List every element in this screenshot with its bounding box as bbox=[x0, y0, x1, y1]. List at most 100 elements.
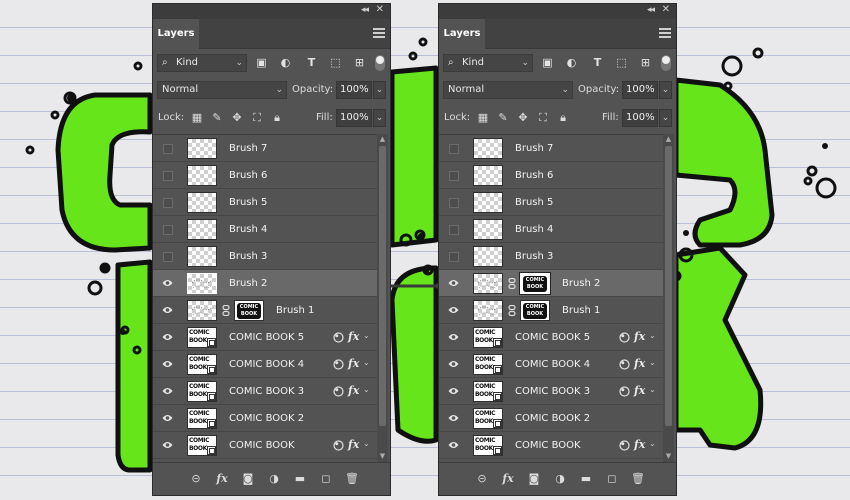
layer-name[interactable]: COMIC BOOK 3 bbox=[515, 378, 590, 405]
chevron-down-icon[interactable]: ⌄ bbox=[363, 358, 370, 367]
layer-effects[interactable]: fx ⌄ bbox=[619, 351, 659, 378]
add-mask-icon[interactable]: ◙ bbox=[241, 472, 255, 486]
kind-filter-select[interactable]: ⌕ Kind ⌄ bbox=[443, 54, 533, 72]
visibility-toggle[interactable] bbox=[153, 135, 180, 162]
smart-object-thumbnail[interactable]: COMIC BOOK bbox=[473, 354, 503, 375]
lock-artboard-icon[interactable]: ⛶ bbox=[251, 112, 263, 124]
lock-position-icon[interactable]: ✥ bbox=[231, 112, 243, 124]
filter-toggle[interactable] bbox=[661, 55, 671, 71]
image-filter-icon[interactable]: ▣ bbox=[255, 56, 268, 69]
chevron-down-icon[interactable]: ⌄ bbox=[363, 439, 370, 448]
visibility-toggle[interactable] bbox=[439, 351, 466, 378]
fill-field[interactable]: 100% bbox=[336, 109, 372, 127]
link-icon[interactable] bbox=[508, 304, 516, 317]
close-icon[interactable]: ✕ bbox=[376, 4, 384, 15]
layer-name[interactable]: Brush 6 bbox=[229, 162, 267, 189]
layer-name[interactable]: Brush 7 bbox=[229, 135, 267, 162]
layer-thumbnail[interactable] bbox=[187, 246, 217, 267]
lock-image-icon[interactable]: ✎ bbox=[211, 112, 223, 124]
link-layers-icon[interactable]: ⊝ bbox=[189, 472, 203, 486]
layer-row[interactable]: COMIC BOOK Brush 1 bbox=[153, 297, 377, 324]
new-layer-icon[interactable]: ◻ bbox=[605, 472, 619, 486]
close-icon[interactable]: ✕ bbox=[662, 4, 670, 15]
smart-object-filter-icon[interactable]: ⊞ bbox=[639, 56, 652, 69]
adjustment-filter-icon[interactable]: ◐ bbox=[279, 56, 292, 69]
layer-row[interactable]: Brush 7 bbox=[153, 135, 377, 162]
layer-name[interactable]: Brush 1 bbox=[562, 297, 600, 324]
layer-name[interactable]: COMIC BOOK 2 bbox=[229, 405, 304, 432]
layer-name[interactable]: COMIC BOOK 4 bbox=[229, 351, 304, 378]
layer-effects[interactable]: fx ⌄ bbox=[619, 432, 659, 459]
visibility-toggle[interactable] bbox=[439, 135, 466, 162]
visibility-toggle[interactable] bbox=[439, 270, 466, 297]
visibility-toggle[interactable] bbox=[153, 270, 180, 297]
mask-thumbnail[interactable]: COMIC BOOK bbox=[519, 272, 551, 295]
layer-thumbnail[interactable] bbox=[187, 273, 217, 294]
layer-effects[interactable]: fx ⌄ bbox=[333, 324, 373, 351]
visibility-toggle[interactable] bbox=[153, 324, 180, 351]
layer-scrollbar[interactable]: ▲ ▼ bbox=[377, 134, 388, 462]
layer-row[interactable]: COMIC BOOK COMIC BOOK 5 fx ⌄ bbox=[153, 324, 377, 351]
layer-row[interactable]: Brush 3 bbox=[153, 243, 377, 270]
layer-thumbnail[interactable] bbox=[187, 300, 217, 321]
layer-name[interactable]: COMIC BOOK 3 bbox=[229, 378, 304, 405]
layer-name[interactable]: Brush 4 bbox=[515, 216, 553, 243]
smart-object-filter-icon[interactable]: ⊞ bbox=[353, 56, 366, 69]
collapse-icon[interactable]: ◂◂ bbox=[647, 5, 655, 15]
shape-filter-icon[interactable]: ⬚ bbox=[615, 56, 628, 69]
smart-object-thumbnail[interactable]: COMIC BOOK bbox=[473, 408, 503, 429]
tab-layers[interactable]: Layers bbox=[153, 19, 199, 49]
layer-row[interactable]: COMIC BOOK COMIC BOOK 3 fx ⌄ bbox=[439, 378, 663, 405]
type-filter-icon[interactable]: T bbox=[305, 56, 318, 69]
layer-row[interactable]: COMIC BOOK COMIC BOOK 2 bbox=[153, 405, 377, 432]
visibility-toggle[interactable] bbox=[439, 162, 466, 189]
layer-name[interactable]: COMIC BOOK 4 bbox=[515, 351, 590, 378]
link-icon[interactable] bbox=[508, 277, 516, 290]
layer-row[interactable]: Brush 6 bbox=[439, 162, 663, 189]
layer-name[interactable]: COMIC BOOK bbox=[229, 432, 295, 459]
visibility-toggle[interactable] bbox=[439, 378, 466, 405]
layer-name[interactable]: Brush 4 bbox=[229, 216, 267, 243]
layer-effects[interactable]: fx ⌄ bbox=[333, 351, 373, 378]
layer-thumbnail[interactable] bbox=[187, 192, 217, 213]
visibility-toggle[interactable] bbox=[153, 378, 180, 405]
layer-row[interactable]: Brush 3 bbox=[439, 243, 663, 270]
layer-row[interactable]: COMIC BOOK COMIC BOOK 4 fx ⌄ bbox=[439, 351, 663, 378]
new-layer-icon[interactable]: ◻ bbox=[319, 472, 333, 486]
layer-name[interactable]: Brush 6 bbox=[515, 162, 553, 189]
layer-row[interactable]: Brush 5 bbox=[153, 189, 377, 216]
layer-row[interactable]: Brush 7 bbox=[439, 135, 663, 162]
type-filter-icon[interactable]: T bbox=[591, 56, 604, 69]
new-group-icon[interactable]: ▬ bbox=[293, 472, 307, 486]
layer-thumbnail[interactable] bbox=[473, 165, 503, 186]
mask-thumbnail[interactable]: COMIC BOOK bbox=[234, 300, 264, 321]
smart-object-thumbnail[interactable]: COMIC BOOK bbox=[187, 354, 217, 375]
blend-mode-select[interactable]: Normal ⌄ bbox=[443, 81, 573, 99]
opacity-dropdown[interactable]: ⌄ bbox=[373, 81, 386, 99]
visibility-toggle[interactable] bbox=[439, 216, 466, 243]
layer-row[interactable]: COMIC BOOK COMIC BOOK 2 bbox=[439, 405, 663, 432]
collapse-icon[interactable]: ◂◂ bbox=[361, 5, 369, 15]
visibility-toggle[interactable] bbox=[439, 189, 466, 216]
layer-name[interactable]: Brush 3 bbox=[515, 243, 553, 270]
layer-row[interactable]: COMIC BOOK Brush 1 bbox=[439, 297, 663, 324]
smart-object-thumbnail[interactable]: COMIC BOOK bbox=[187, 408, 217, 429]
delete-icon[interactable]: 🗑︎ bbox=[631, 472, 645, 486]
adjustment-layer-icon[interactable]: ◑ bbox=[553, 472, 567, 486]
layer-name[interactable]: COMIC BOOK 5 bbox=[515, 324, 590, 351]
smart-object-thumbnail[interactable]: COMIC BOOK bbox=[187, 327, 217, 348]
layer-effects[interactable]: fx ⌄ bbox=[333, 432, 373, 459]
layer-scrollbar[interactable]: ▲ ▼ bbox=[663, 134, 674, 462]
fill-dropdown[interactable]: ⌄ bbox=[659, 109, 672, 127]
chevron-down-icon[interactable]: ⌄ bbox=[649, 358, 656, 367]
visibility-toggle[interactable] bbox=[439, 432, 466, 459]
new-group-icon[interactable]: ▬ bbox=[579, 472, 593, 486]
visibility-toggle[interactable] bbox=[153, 243, 180, 270]
shape-filter-icon[interactable]: ⬚ bbox=[329, 56, 342, 69]
link-icon[interactable] bbox=[222, 304, 230, 317]
visibility-toggle[interactable] bbox=[439, 324, 466, 351]
filter-toggle[interactable] bbox=[375, 55, 385, 71]
visibility-toggle[interactable] bbox=[153, 189, 180, 216]
layer-name[interactable]: Brush 2 bbox=[562, 270, 600, 297]
scroll-up-icon[interactable]: ▲ bbox=[663, 134, 674, 145]
